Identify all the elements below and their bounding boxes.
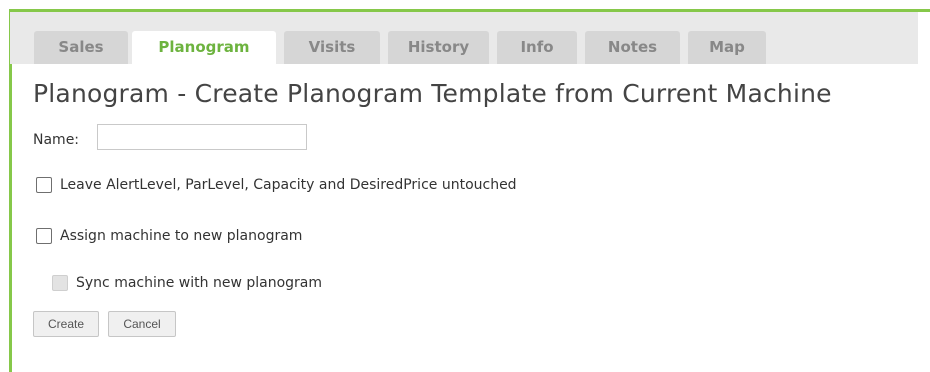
name-input[interactable]	[97, 124, 307, 150]
tab-info[interactable]: Info	[497, 31, 577, 64]
assign-machine-label: Assign machine to new planogram	[60, 228, 303, 244]
tab-planogram[interactable]: Planogram	[132, 31, 276, 64]
cancel-button[interactable]: Cancel	[108, 311, 176, 337]
leave-values-checkbox[interactable]	[36, 177, 52, 193]
tab-sales[interactable]: Sales	[34, 31, 128, 64]
tab-visits[interactable]: Visits	[284, 31, 380, 64]
assign-machine-option[interactable]: Assign machine to new planogram	[36, 228, 302, 244]
sync-machine-option: Sync machine with new planogram	[52, 275, 322, 291]
tab-history[interactable]: History	[388, 31, 489, 64]
sync-machine-label: Sync machine with new planogram	[76, 275, 322, 291]
tab-notes[interactable]: Notes	[585, 31, 680, 64]
tab-bar: Sales Planogram Visits History Info Note…	[10, 12, 918, 64]
page-title: Planogram - Create Planogram Template fr…	[33, 79, 832, 108]
leave-values-label: Leave AlertLevel, ParLevel, Capacity and…	[60, 177, 517, 193]
leave-values-option[interactable]: Leave AlertLevel, ParLevel, Capacity and…	[36, 177, 517, 193]
assign-machine-checkbox[interactable]	[36, 228, 52, 244]
name-label: Name:	[33, 132, 80, 148]
create-button[interactable]: Create	[33, 311, 99, 337]
tab-map[interactable]: Map	[688, 31, 766, 64]
sync-machine-checkbox	[52, 275, 68, 291]
